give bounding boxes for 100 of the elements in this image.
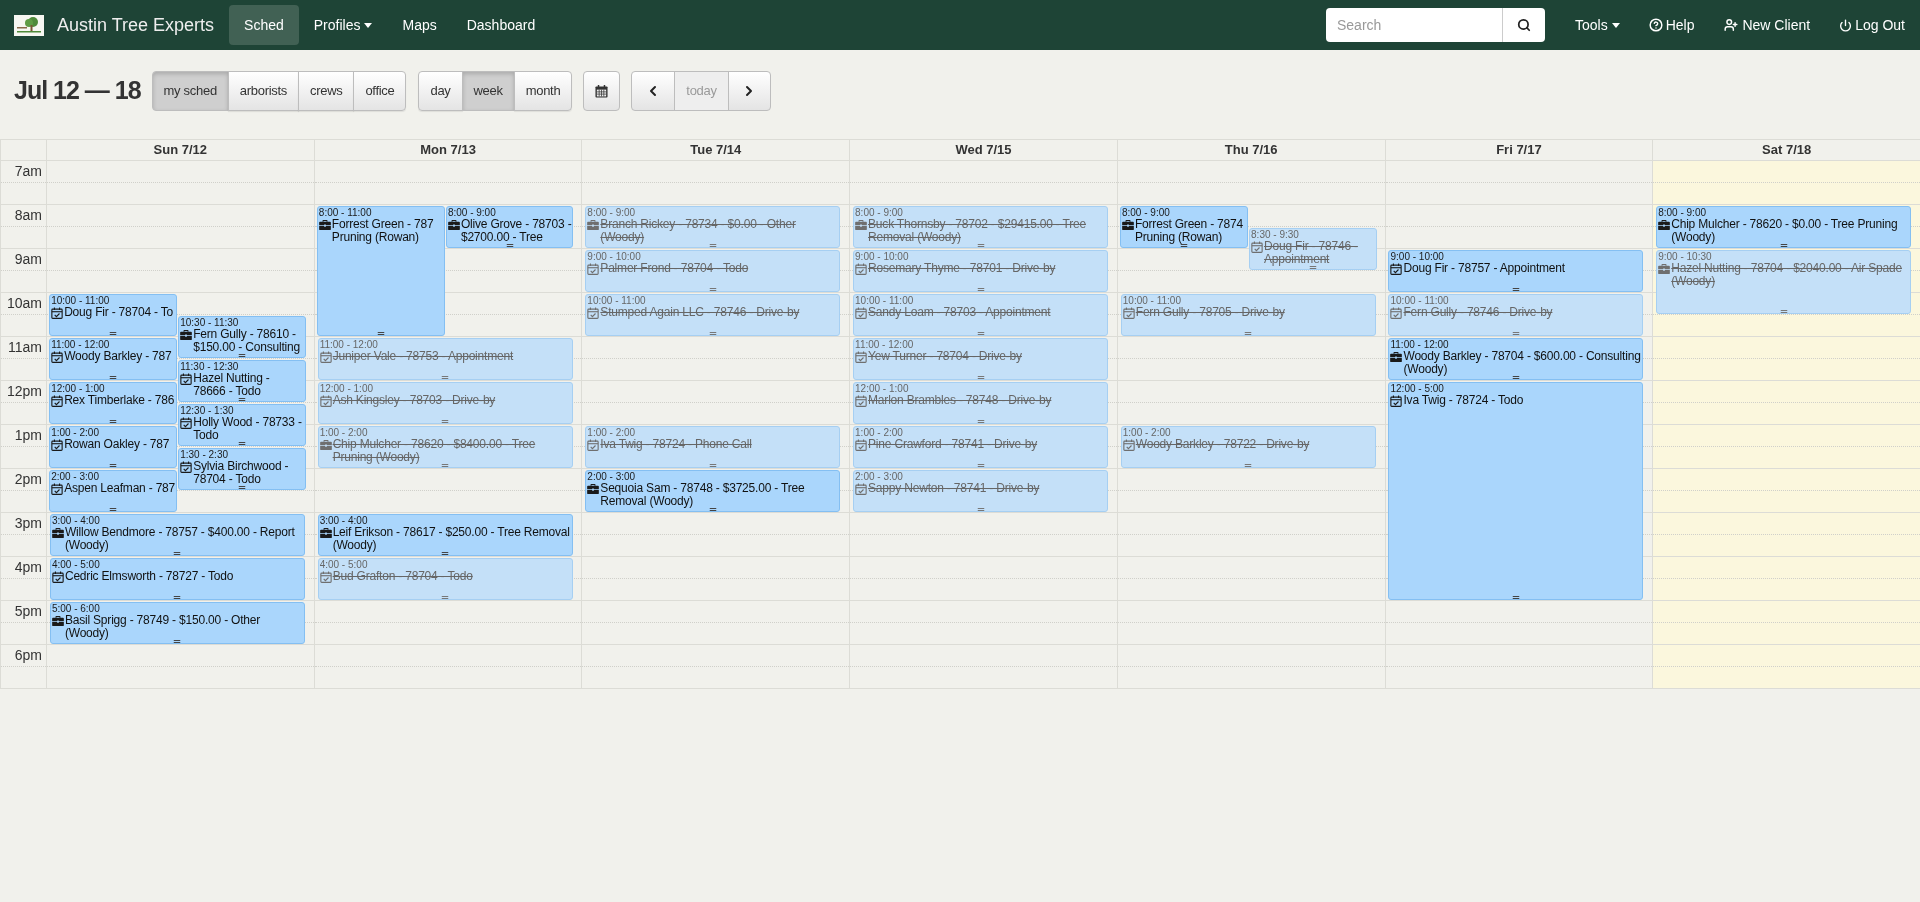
resize-handle-icon[interactable] xyxy=(977,464,985,467)
resize-handle-icon[interactable] xyxy=(441,552,449,555)
event-card[interactable]: 8:00 - 9:00 Forrest Green - 7874 Pruning (Rowan) xyxy=(1119,206,1248,248)
event-card[interactable]: 3:00 - 4:00 Leif Erikson - 78617 - $250.00 - Tree Removal (Woody) xyxy=(317,514,573,556)
resize-handle-icon[interactable] xyxy=(173,552,181,555)
event-card[interactable]: 11:30 - 12:30 Hazel Nutting - 78666 - Todo xyxy=(178,360,306,402)
event-card[interactable]: 11:00 - 12:00 Juniper Vale - 78753 - Appointment xyxy=(317,338,573,380)
filter-tab[interactable]: office xyxy=(353,71,407,111)
resize-handle-icon[interactable] xyxy=(1512,332,1520,335)
nav-link[interactable]: Maps xyxy=(387,5,452,45)
view-tab[interactable]: day xyxy=(418,71,463,111)
resize-handle-icon[interactable] xyxy=(238,354,246,357)
resize-handle-icon[interactable] xyxy=(238,398,246,401)
resize-handle-icon[interactable] xyxy=(977,244,985,247)
event-card[interactable]: 1:30 - 2:30 Sylvia Birchwood - 78704 - Todo xyxy=(178,448,306,490)
event-card[interactable]: 8:00 - 9:00 Branch Rickey - 78734 - $0.00 - Other (Woody) xyxy=(585,206,841,248)
nav-link[interactable]: Dashboard xyxy=(451,5,551,45)
resize-handle-icon[interactable] xyxy=(1512,596,1520,599)
resize-handle-icon[interactable] xyxy=(377,332,385,335)
event-card[interactable]: 2:00 - 3:00 Sequoia Sam - 78748 - $3725.00 - Tree Removal (Woody) xyxy=(585,470,841,512)
resize-handle-icon[interactable] xyxy=(977,376,985,379)
event-card[interactable]: 11:00 - 12:00 Woody Barkley - 78704 - $600.00 - Consulting (Woody) xyxy=(1388,338,1644,380)
calendar-picker-button[interactable] xyxy=(583,71,621,111)
event-card[interactable]: 1:00 - 2:00 Pine Crawford - 78741 - Drive-by xyxy=(853,426,1109,468)
resize-handle-icon[interactable] xyxy=(109,376,117,379)
resize-handle-icon[interactable] xyxy=(709,332,717,335)
event-card[interactable]: 12:00 - 1:00 Ash Kingsley - 78703 - Drive-by xyxy=(317,382,573,424)
resize-handle-icon[interactable] xyxy=(977,288,985,291)
event-card[interactable]: 4:00 - 5:00 Bud Grafton - 78704 - Todo xyxy=(317,558,573,600)
event-card[interactable]: 9:00 - 10:00 Palmer Frond - 78704 - Todo xyxy=(585,250,841,292)
event-card[interactable]: 10:00 - 11:00 Sandy Loam - 78703 - Appointment xyxy=(853,294,1109,336)
event-card[interactable]: 2:00 - 3:00 Sappy Newton - 78741 - Drive-by xyxy=(853,470,1109,512)
event-card[interactable]: 11:00 - 12:00 Yew Turner - 78704 - Drive-by xyxy=(853,338,1109,380)
resize-handle-icon[interactable] xyxy=(709,464,717,467)
resize-handle-icon[interactable] xyxy=(238,486,246,489)
event-card[interactable]: 8:00 - 9:00 Chip Mulcher - 78620 - $0.00 - Tree Pruning (Woody) xyxy=(1656,206,1912,248)
nav-link[interactable]: Log Out xyxy=(1839,5,1905,45)
filter-tab[interactable]: my sched xyxy=(151,71,229,111)
event-card[interactable]: 4:00 - 5:00 Cedric Elmsworth - 78727 - Todo xyxy=(49,558,305,600)
filter-tab[interactable]: crews xyxy=(297,71,355,111)
search-field[interactable]: Search xyxy=(1326,8,1502,42)
resize-handle-icon[interactable] xyxy=(977,420,985,423)
event-card[interactable]: 9:00 - 10:30 Hazel Nutting - 78704 - $2040.00 - Air Spade (Woody) xyxy=(1656,250,1912,314)
resize-handle-icon[interactable] xyxy=(1780,310,1788,313)
resize-handle-icon[interactable] xyxy=(709,244,717,247)
tree-logo-icon[interactable] xyxy=(14,14,44,36)
resize-handle-icon[interactable] xyxy=(109,332,117,335)
event-card[interactable]: 9:00 - 10:00 Doug Fir - 78757 - Appointment xyxy=(1388,250,1644,292)
resize-handle-icon[interactable] xyxy=(977,332,985,335)
event-card[interactable]: 1:00 - 2:00 Chip Mulcher - 78620 - $8400.00 - Tree Pruning (Woody) xyxy=(317,426,573,468)
resize-handle-icon[interactable] xyxy=(441,596,449,599)
event-card[interactable]: 3:00 - 4:00 Willow Bendmore - 78757 - $400.00 - Report (Woody) xyxy=(49,514,305,556)
event-card[interactable]: 8:00 - 9:00 Olive Grove - 78703 - $2700.00 - Tree xyxy=(445,206,574,248)
resize-handle-icon[interactable] xyxy=(709,508,717,511)
resize-handle-icon[interactable] xyxy=(109,420,117,423)
event-card[interactable]: 2:00 - 3:00 Aspen Leafman - 787 xyxy=(49,470,178,512)
nav-link[interactable]: Sched xyxy=(229,5,299,45)
resize-handle-icon[interactable] xyxy=(173,640,181,643)
resize-handle-icon[interactable] xyxy=(1180,244,1188,247)
event-card[interactable]: 8:00 - 9:00 Buck Thornsby - 78702 - $29415.00 - Tree Removal (Woody) xyxy=(853,206,1109,248)
event-card[interactable]: 1:00 - 2:00 Iva Twig - 78724 - Phone Call xyxy=(585,426,841,468)
view-tab[interactable]: week xyxy=(461,71,515,111)
resize-handle-icon[interactable] xyxy=(109,508,117,511)
resize-handle-icon[interactable] xyxy=(441,464,449,467)
event-card[interactable]: 8:00 - 11:00 Forrest Green - 787 Pruning (Rowan) xyxy=(316,206,445,336)
nav-link[interactable]: New Client xyxy=(1723,5,1811,45)
event-card[interactable]: 12:30 - 1:30 Holly Wood - 78733 - Todo xyxy=(178,404,306,446)
resize-handle-icon[interactable] xyxy=(109,464,117,467)
event-card[interactable]: 12:00 - 1:00 Marlon Brambles - 78748 - Drive-by xyxy=(853,382,1109,424)
resize-handle-icon[interactable] xyxy=(1244,332,1252,335)
resize-handle-icon[interactable] xyxy=(1309,266,1317,269)
event-card[interactable]: 11:00 - 12:00 Woody Barkley - 787 xyxy=(49,338,178,380)
event-card[interactable]: 10:00 - 11:00 Fern Gully - 78705 - Drive-by xyxy=(1120,294,1376,336)
resize-handle-icon[interactable] xyxy=(977,508,985,511)
resize-handle-icon[interactable] xyxy=(441,420,449,423)
resize-handle-icon[interactable] xyxy=(506,244,514,247)
event-card[interactable]: 5:00 - 6:00 Basil Sprigg - 78749 - $150.00 - Other (Woody) xyxy=(49,602,305,644)
event-card[interactable]: 12:00 - 1:00 Rex Timberlake - 786 xyxy=(49,382,178,424)
event-card[interactable]: 10:00 - 11:00 Stumped Again LLC - 78746 - Drive-by xyxy=(585,294,841,336)
resize-handle-icon[interactable] xyxy=(1512,376,1520,379)
event-card[interactable]: 9:00 - 10:00 Rosemary Thyme - 78701 - Drive-by xyxy=(853,250,1109,292)
resize-handle-icon[interactable] xyxy=(238,442,246,445)
filter-tab[interactable]: arborists xyxy=(227,71,299,111)
view-tab[interactable]: month xyxy=(513,71,573,111)
brand-name[interactable]: Austin Tree Experts xyxy=(57,11,215,39)
event-card[interactable]: 1:00 - 2:00 Woody Barkley - 78722 - Drive-by xyxy=(1120,426,1376,468)
event-card[interactable]: 10:30 - 11:30 Fern Gully - 78610 - $150.00 - Consulting xyxy=(178,316,306,358)
resize-handle-icon[interactable] xyxy=(173,596,181,599)
event-card[interactable]: 8:30 - 9:30 Doug Fir - 78746 - Appointment xyxy=(1249,228,1377,270)
event-card[interactable]: 12:00 - 5:00 Iva Twig - 78724 - Todo xyxy=(1388,382,1644,600)
search-button[interactable] xyxy=(1502,8,1545,42)
nav-link[interactable]: Profiles xyxy=(298,5,388,45)
nav-link[interactable]: Tools xyxy=(1575,5,1620,45)
nav-link[interactable]: Help xyxy=(1648,5,1695,45)
resize-handle-icon[interactable] xyxy=(1512,288,1520,291)
resize-handle-icon[interactable] xyxy=(1780,244,1788,247)
event-card[interactable]: 10:00 - 11:00 Fern Gully - 78746 - Drive-by xyxy=(1388,294,1644,336)
resize-handle-icon[interactable] xyxy=(709,288,717,291)
resize-handle-icon[interactable] xyxy=(441,376,449,379)
event-card[interactable]: 10:00 - 11:00 Doug Fir - 78704 - To xyxy=(49,294,178,336)
